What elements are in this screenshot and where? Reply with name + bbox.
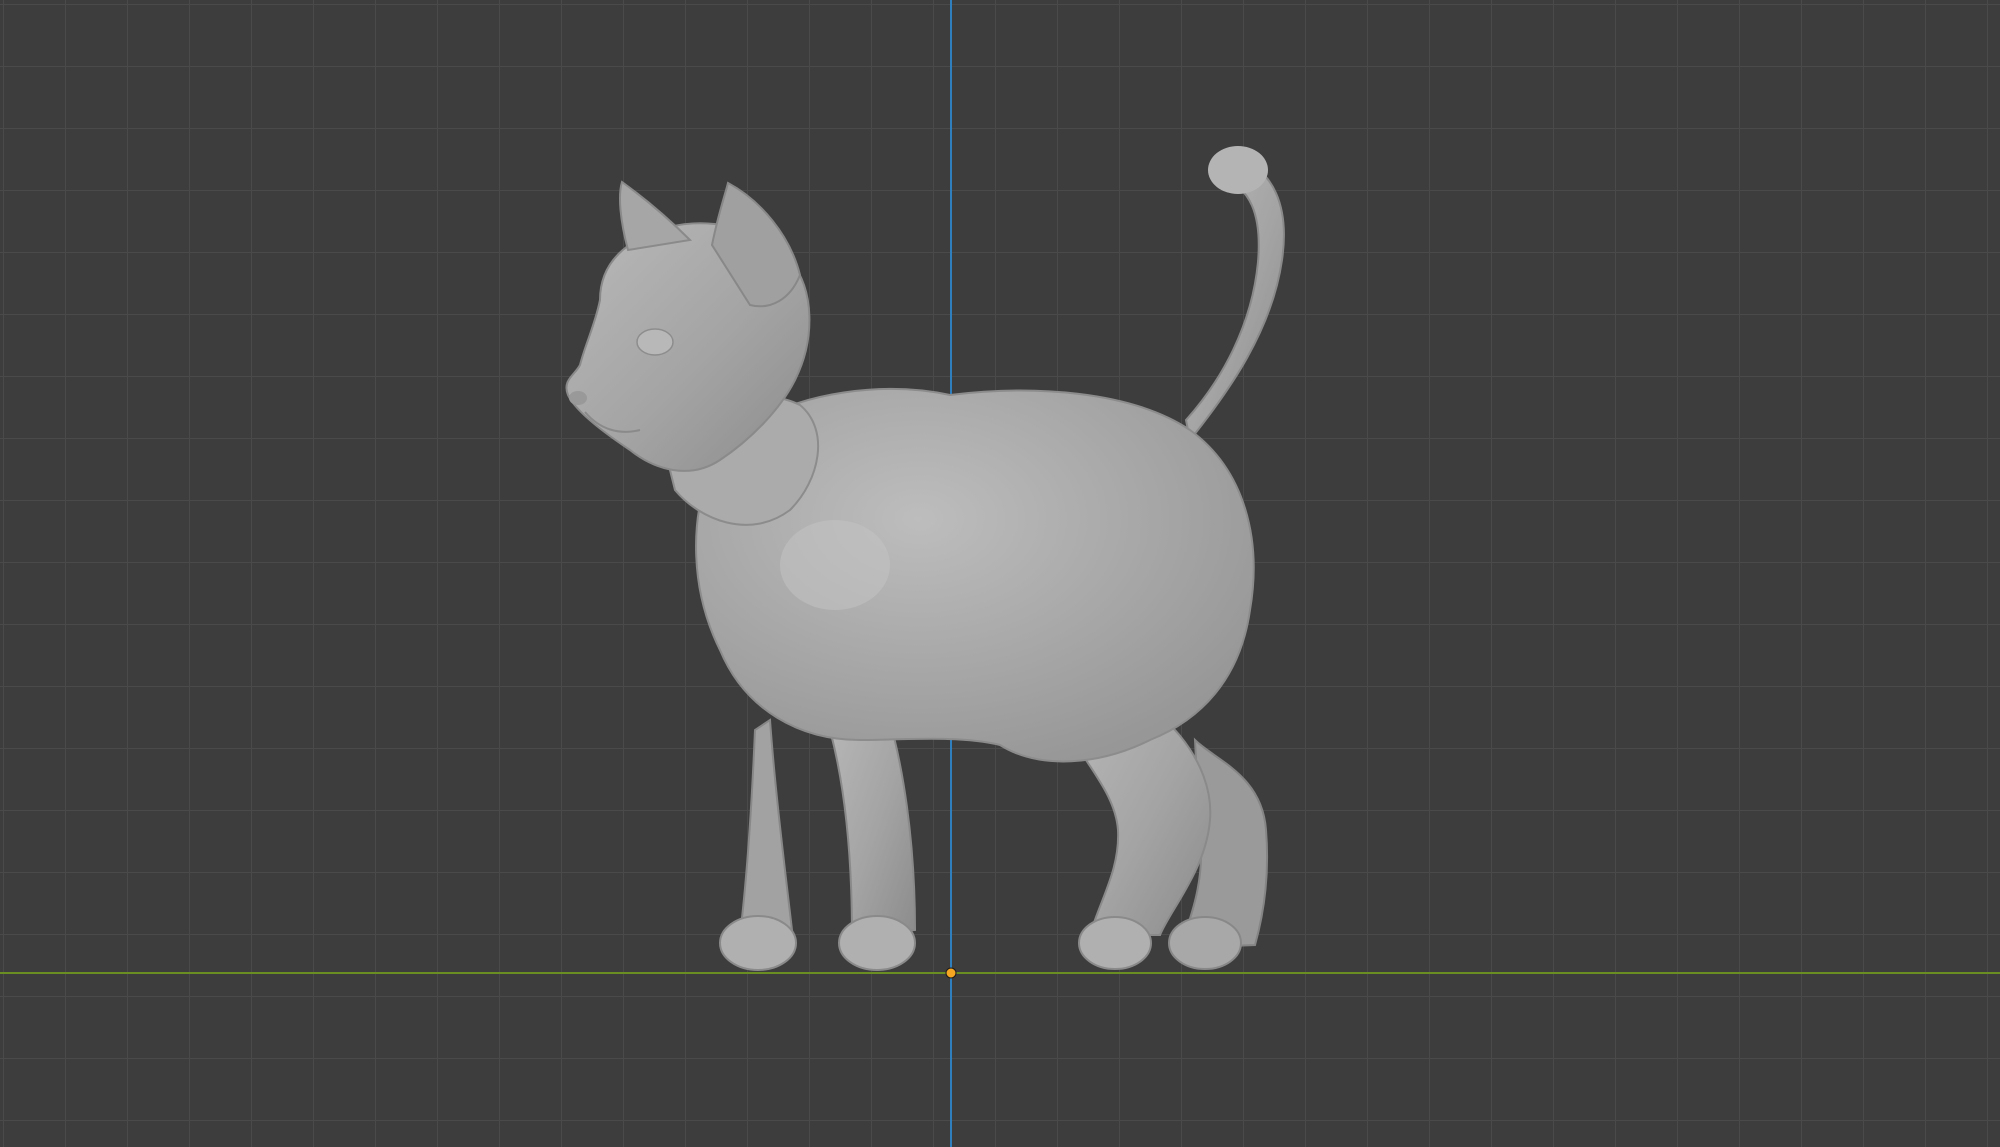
cat-nose — [569, 391, 587, 405]
cat-ear-left[interactable] — [619, 180, 693, 252]
cat-chest-highlight — [780, 520, 890, 610]
cat-eye — [636, 328, 674, 356]
cat-tail[interactable] — [1184, 156, 1285, 443]
cat-model[interactable] — [565, 146, 1285, 971]
cat-paw-back-near[interactable] — [1078, 916, 1152, 970]
cat-front-leg-far[interactable] — [738, 718, 794, 937]
object-origin-point[interactable] — [945, 967, 957, 979]
3d-viewport[interactable] — [0, 0, 2000, 1147]
cat-paw-front-near[interactable] — [838, 915, 916, 971]
cat-paw-front-far[interactable] — [719, 915, 797, 971]
viewport-scene — [0, 0, 2000, 1147]
cat-paw-back-far[interactable] — [1168, 916, 1242, 970]
cat-tail-tip — [1208, 146, 1268, 194]
